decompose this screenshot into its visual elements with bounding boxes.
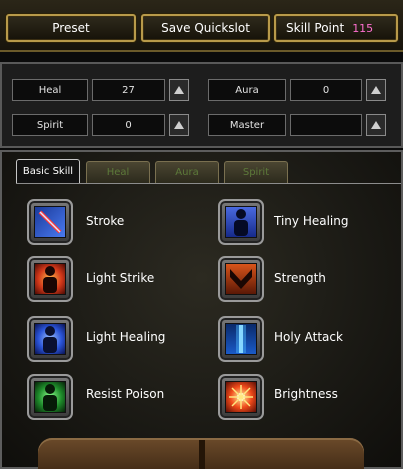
skill-name-stroke: Stroke — [86, 214, 125, 228]
stats-panel: Heal 27 Aura 0 Spirit 0 Master — [0, 62, 403, 148]
holy-attack-icon[interactable] — [218, 316, 264, 362]
brightness-icon[interactable] — [218, 374, 264, 420]
master-increase-button[interactable] — [366, 114, 386, 136]
skill-name-light-strike: Light Strike — [86, 271, 155, 285]
skill-name-brightness: Brightness — [274, 387, 338, 401]
save-quickslot-button[interactable]: Save Quickslot — [141, 14, 270, 42]
spirit-increase-button[interactable] — [169, 114, 189, 136]
skill-name-light-healing: Light Healing — [86, 330, 166, 344]
tab-spirit[interactable]: Spirit — [224, 161, 288, 183]
light-healing-icon[interactable] — [27, 316, 73, 362]
skill-name-strength: Strength — [274, 271, 326, 285]
aura-stat-value: 0 — [290, 79, 362, 101]
tab-divider — [16, 183, 401, 184]
spirit-stat-value: 0 — [92, 114, 165, 136]
skill-name-resist-poison: Resist Poison — [86, 387, 165, 401]
skill-point-display: Skill Point 115 — [274, 14, 398, 42]
skill-name-tiny-healing: Tiny Healing — [274, 214, 349, 228]
tab-heal[interactable]: Heal — [86, 161, 150, 183]
skill-name-holy-attack: Holy Attack — [274, 330, 343, 344]
spirit-stat-label: Spirit — [12, 114, 88, 136]
heal-stat-label: Heal — [12, 79, 88, 101]
master-stat-label: Master — [208, 114, 286, 136]
heal-increase-button[interactable] — [169, 79, 189, 101]
light-strike-icon[interactable] — [27, 256, 73, 302]
tab-basic-skill[interactable]: Basic Skill — [16, 159, 80, 183]
skills-panel: Basic Skill Heal Aura Spirit Stroke Ligh… — [0, 150, 403, 469]
aura-stat-label: Aura — [208, 79, 286, 101]
skill-point-label: Skill Point — [286, 21, 345, 35]
tiny-healing-icon[interactable] — [218, 199, 264, 245]
skill-point-value: 115 — [352, 21, 374, 35]
heal-stat-value: 27 — [92, 79, 165, 101]
preset-button[interactable]: Preset — [6, 14, 136, 42]
resist-poison-icon[interactable] — [27, 374, 73, 420]
sword-icon[interactable] — [27, 199, 73, 245]
skill-book-spine — [199, 440, 205, 469]
aura-increase-button[interactable] — [366, 79, 386, 101]
strength-icon[interactable] — [218, 256, 264, 302]
master-stat-value — [290, 114, 362, 136]
tab-aura[interactable]: Aura — [155, 161, 219, 183]
top-bar: Preset Save Quickslot Skill Point 115 — [0, 0, 403, 52]
